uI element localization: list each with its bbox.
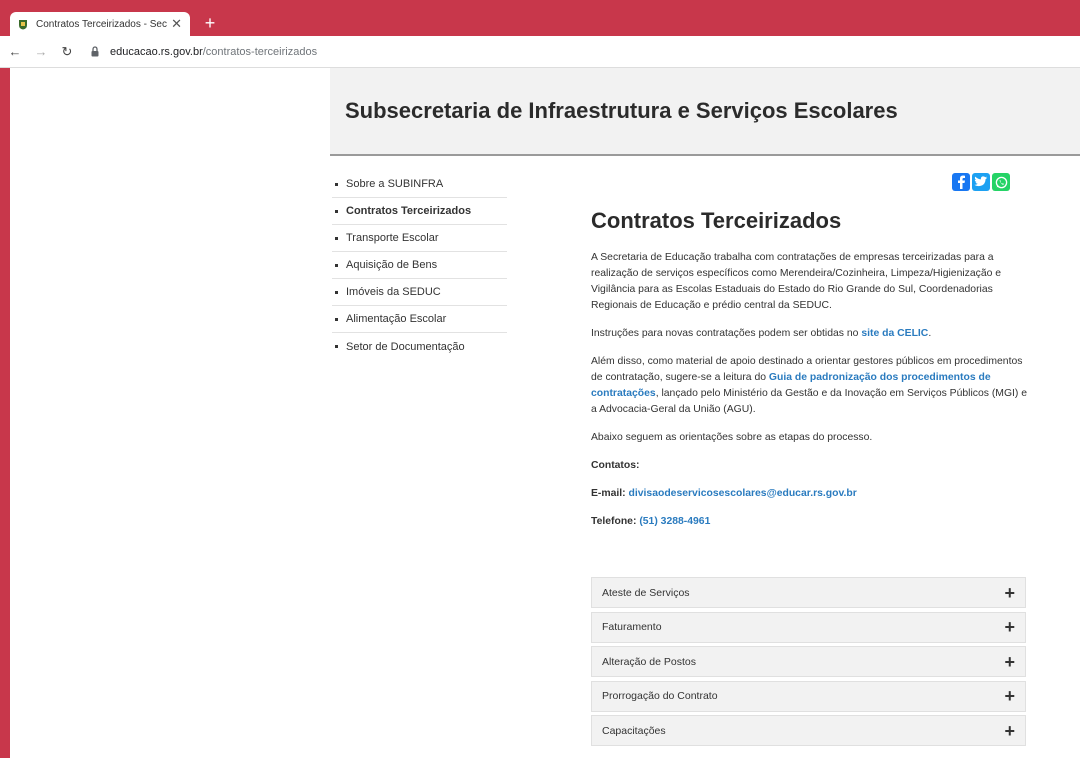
accordion-label: Capacitações <box>602 724 666 737</box>
plus-icon[interactable]: + <box>1004 653 1015 671</box>
web-page: Subsecretaria de Infraestrutura e Serviç… <box>10 68 1080 758</box>
plus-icon[interactable]: + <box>1004 722 1015 740</box>
bullet-icon <box>335 236 338 240</box>
contacts-heading: Contatos: <box>591 460 640 471</box>
facebook-share-button[interactable] <box>952 173 970 191</box>
facebook-icon <box>958 175 965 189</box>
url-field[interactable]: educacao.rs.gov.br/contratos-terceirizad… <box>90 46 317 58</box>
twitter-share-button[interactable] <box>972 173 990 191</box>
sidebar-item-sobre-subinfra[interactable]: Sobre a SUBINFRA <box>332 171 507 198</box>
accordion-capacitacoes[interactable]: Capacitações + <box>591 715 1026 746</box>
browser-tabbar: Contratos Terceirizados - Secreta ✕ + <box>0 0 1080 36</box>
forward-arrow-icon[interactable]: → <box>30 44 52 59</box>
sidebar-item-label: Sobre a SUBINFRA <box>346 178 444 190</box>
sidebar-item-alimentacao-escolar[interactable]: Alimentação Escolar <box>332 306 507 333</box>
bullet-icon <box>335 209 338 213</box>
site-title: Subsecretaria de Infraestrutura e Serviç… <box>345 98 898 123</box>
guide-paragraph: Além disso, como material de apoio desti… <box>591 354 1031 418</box>
bullet-icon <box>335 182 338 186</box>
bullet-icon <box>335 317 338 321</box>
celic-link[interactable]: site da CELIC <box>861 328 928 339</box>
whatsapp-icon <box>995 176 1007 188</box>
accordion-prorrogacao-contrato[interactable]: Prorrogação do Contrato + <box>591 680 1026 712</box>
plus-icon[interactable]: + <box>1004 618 1015 636</box>
phone-line: Telefone: (51) 3288-4961 <box>591 514 1031 530</box>
tab-title: Contratos Terceirizados - Secreta <box>36 18 167 30</box>
accordion-label: Ateste de Serviços <box>602 586 690 599</box>
phone-link[interactable]: (51) 3288-4961 <box>639 516 710 527</box>
sidebar-item-transporte-escolar[interactable]: Transporte Escolar <box>332 225 507 252</box>
sidebar-item-imoveis-seduc[interactable]: Imóveis da SEDUC <box>332 279 507 306</box>
sidebar-item-label: Setor de Documentação <box>346 340 465 353</box>
bullet-icon <box>335 290 338 294</box>
plus-icon[interactable]: + <box>1004 687 1015 705</box>
sidebar-nav: Sobre a SUBINFRA Contratos Terceirizados… <box>332 171 507 360</box>
email-link[interactable]: divisaodeservicosescolares@educar.rs.gov… <box>629 488 857 499</box>
guide-text-end: , lançado pelo Ministério da Gestão e da… <box>591 388 1028 415</box>
page-title: Contratos Terceirizados <box>591 208 842 233</box>
accordion-label: Faturamento <box>602 621 662 633</box>
whatsapp-share-button[interactable] <box>992 173 1010 191</box>
email-line: E-mail: divisaodeservicosescolares@educa… <box>591 486 1031 502</box>
accordion: Ateste de Serviços + Faturamento + Alteraç… <box>591 577 1026 750</box>
accordion-label: Prorrogação do Contrato <box>602 690 718 702</box>
accordion-faturamento[interactable]: Faturamento + <box>591 611 1026 643</box>
sidebar-item-label: Contratos Terceirizados <box>346 205 472 217</box>
address-bar: ← → ↻ educacao.rs.gov.br/contratos-terce… <box>0 36 1080 68</box>
sidebar-item-setor-documentacao[interactable]: Setor de Documentação <box>332 333 507 360</box>
accordion-label: Alteração de Postos <box>602 655 696 668</box>
accordion-ateste-servicos[interactable]: Ateste de Serviços + <box>591 577 1026 608</box>
sidebar-item-label: Transporte Escolar <box>346 232 439 244</box>
celic-text: Instruções para novas contratações podem… <box>591 328 862 339</box>
sidebar-item-aquisicao-de-bens[interactable]: Aquisição de Bens <box>332 252 507 279</box>
page-header: Subsecretaria de Infraestrutura e Serviç… <box>330 68 1080 156</box>
celic-text-end: . <box>928 328 932 339</box>
sidebar-item-label: Aquisição de Bens <box>346 259 438 271</box>
celic-paragraph: Instruções para novas contratações podem… <box>591 326 1031 342</box>
process-paragraph: Abaixo seguem as orientações sobre as et… <box>591 432 873 443</box>
bullet-icon <box>335 345 338 348</box>
bullet-icon <box>335 263 338 267</box>
site-favicon-icon <box>19 19 27 29</box>
plus-icon[interactable]: + <box>1004 584 1015 602</box>
new-tab-icon[interactable]: + <box>198 12 222 34</box>
sidebar-item-contratos-terceirizados[interactable]: Contratos Terceirizados <box>332 198 507 225</box>
back-arrow-icon[interactable]: ← <box>4 44 26 59</box>
phone-label: Telefone: <box>591 516 640 527</box>
url-host: educacao.rs.gov.br <box>110 45 203 58</box>
tab-close-icon[interactable]: ✕ <box>171 16 182 32</box>
share-buttons <box>952 173 1010 191</box>
email-label: E-mail: <box>591 488 629 499</box>
reload-icon[interactable]: ↻ <box>56 44 78 60</box>
twitter-icon <box>974 176 988 187</box>
sidebar-item-label: Alimentação Escolar <box>346 313 447 325</box>
accordion-alteracao-postos[interactable]: Alteração de Postos + <box>591 646 1026 677</box>
sidebar-item-label: Imóveis da SEDUC <box>346 286 441 298</box>
intro-paragraph: A Secretaria de Educação trabalha com co… <box>591 252 1002 311</box>
lock-icon <box>91 46 99 57</box>
browser-tab[interactable]: Contratos Terceirizados - Secreta ✕ <box>10 12 190 36</box>
main-content: Contratos Terceirizados A Secretaria de … <box>591 208 1031 542</box>
url-path: /contratos-terceirizados <box>202 45 318 58</box>
